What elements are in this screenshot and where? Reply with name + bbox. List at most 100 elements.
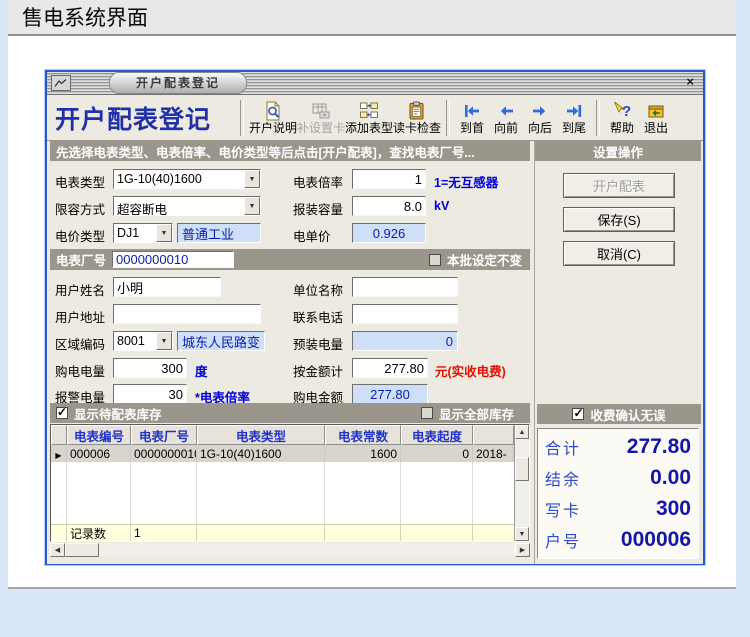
user-addr-label: 用户地址 — [55, 307, 105, 326]
meter-type-select[interactable]: 1G-10(40)1600 — [113, 169, 261, 189]
price-type-value: DJ1 — [114, 224, 156, 242]
toolbar-label: 向后 — [528, 121, 552, 135]
account-no-label: 户号 — [545, 528, 581, 552]
phone-input[interactable] — [352, 304, 458, 324]
meter-type-label: 电表类型 — [55, 172, 105, 191]
exit-icon — [646, 101, 666, 121]
dropdown-arrow-icon[interactable] — [156, 332, 172, 350]
area-code-label: 区域编码 — [55, 334, 105, 353]
date-cell: 2018- — [473, 445, 514, 462]
save-button[interactable]: 保存(S) — [563, 207, 675, 232]
account-no-value: 000006 — [621, 528, 691, 552]
date-column-header[interactable] — [473, 425, 514, 445]
dialog-window: 开户配表登记 × 开户配表登记 开户说明 补设置卡 — [45, 70, 705, 565]
summary-row-balance: 结余 0.00 — [545, 466, 691, 490]
window-logo-icon — [51, 75, 71, 91]
factory-no-input[interactable] — [112, 251, 234, 268]
meter-no-header[interactable]: 电表编号 — [67, 425, 131, 445]
meter-type-header[interactable]: 电表类型 — [197, 425, 325, 445]
capacity-unit-hint: kV — [434, 199, 449, 213]
toolbar-label: 补设置卡 — [297, 121, 345, 135]
write-card-label: 写卡 — [545, 497, 581, 521]
area-code-select[interactable]: 8001 — [113, 331, 173, 351]
go-last-button[interactable]: 到尾 — [557, 97, 591, 139]
read-card-check-button[interactable]: 读卡检查 — [393, 97, 441, 139]
vertical-scrollbar-thumb[interactable] — [515, 457, 529, 481]
account-help-button[interactable]: 开户说明 — [249, 97, 297, 139]
summary-row-write-card: 写卡 300 — [545, 497, 691, 521]
page-header: 售电系统界面 — [8, 0, 736, 36]
fee-confirm-label: 收费确认无误 — [590, 405, 665, 424]
preinstall-label: 预装电量 — [293, 334, 343, 353]
toolbar: 开户配表登记 开户说明 补设置卡 添加表型 — [47, 95, 703, 141]
horizontal-scrollbar[interactable] — [50, 543, 530, 557]
fee-confirm-checkbox[interactable] — [572, 408, 584, 420]
vertical-scrollbar[interactable] — [514, 425, 529, 541]
add-meter-type-icon — [359, 101, 379, 121]
meter-type-cell: 1G-10(40)1600 — [197, 445, 325, 462]
meter-constant-header[interactable]: 电表常数 — [325, 425, 401, 445]
arrow-first-icon — [461, 101, 483, 121]
purchase-qty-input[interactable] — [113, 358, 187, 378]
instruction-text: 先选择电表类型、电表倍率、电价类型等后点击[开户配表]，查找电表厂号... — [56, 142, 475, 161]
user-name-input[interactable] — [113, 277, 221, 297]
by-amount-input[interactable] — [352, 358, 428, 378]
area-desc-field: 城东人民路变 — [177, 331, 265, 351]
unit-price-field: 0.926 — [352, 223, 426, 243]
close-button[interactable]: × — [686, 74, 694, 90]
meter-type-value: 1G-10(40)1600 — [114, 170, 244, 188]
total-value: 277.80 — [627, 435, 691, 459]
dropdown-arrow-icon[interactable] — [244, 170, 260, 188]
go-prev-button[interactable]: 向前 — [489, 97, 523, 139]
factory-no-cell: 0000000010 — [131, 445, 197, 462]
capacity-input[interactable] — [352, 196, 426, 216]
meter-no-cell: 000006 — [67, 445, 131, 462]
org-name-input[interactable] — [352, 277, 458, 297]
alarm-qty-input[interactable] — [113, 384, 187, 404]
show-all-stock-checkbox[interactable] — [421, 407, 433, 419]
cancel-button[interactable]: 取消(C) — [563, 241, 675, 266]
meter-start-header[interactable]: 电表起度 — [401, 425, 473, 445]
purchase-qty-label: 购电电量 — [55, 361, 105, 380]
reissue-card-button[interactable]: 补设置卡 — [297, 97, 345, 139]
exit-button[interactable]: 退出 — [639, 97, 673, 139]
price-type-select[interactable]: DJ1 — [113, 223, 173, 243]
window-title: 开户配表登记 — [136, 76, 220, 90]
capacity-label: 报装容量 — [293, 199, 343, 218]
dropdown-arrow-icon[interactable] — [156, 224, 172, 242]
dialog-body: 先选择电表类型、电表倍率、电价类型等后点击[开户配表]，查找电表厂号... 电表… — [47, 141, 703, 564]
row-marker-cell — [51, 445, 67, 462]
limit-mode-select[interactable]: 超容断电 — [113, 196, 261, 216]
table-row[interactable]: 000006 0000000010 1G-10(40)1600 1600 0 2… — [51, 445, 514, 462]
horizontal-scrollbar-thumb[interactable] — [65, 543, 99, 557]
svg-text:?: ? — [622, 103, 631, 120]
balance-value: 0.00 — [650, 466, 691, 490]
batch-fixed-checkbox[interactable] — [429, 254, 441, 266]
factory-no-header[interactable]: 电表厂号 — [131, 425, 197, 445]
summary-row-total: 合计 277.80 — [545, 435, 691, 459]
meter-ratio-input[interactable] — [352, 169, 426, 189]
dropdown-arrow-icon[interactable] — [244, 197, 260, 215]
toolbar-label: 添加表型 — [345, 121, 393, 135]
window-titlebar[interactable]: 开户配表登记 × — [47, 72, 703, 95]
meter-constant-cell: 1600 — [325, 445, 401, 462]
user-name-label: 用户姓名 — [55, 280, 105, 299]
help-button[interactable]: ? 帮助 — [605, 97, 639, 139]
go-next-button[interactable]: 向后 — [523, 97, 557, 139]
add-meter-type-button[interactable]: 添加表型 — [345, 97, 393, 139]
scroll-up-button[interactable] — [515, 425, 529, 439]
scroll-down-button[interactable] — [515, 527, 529, 541]
show-pending-stock-checkbox[interactable] — [56, 407, 68, 419]
assign-meter-button[interactable]: 开户配表 — [563, 173, 675, 198]
scroll-left-button[interactable] — [50, 543, 65, 557]
clipboard-check-icon — [407, 101, 427, 121]
instruction-bar: 先选择电表类型、电表倍率、电价类型等后点击[开户配表]，查找电表厂号... — [50, 141, 530, 161]
user-addr-input[interactable] — [113, 304, 261, 324]
scroll-right-button[interactable] — [515, 543, 530, 557]
toolbar-label: 帮助 — [610, 121, 634, 135]
go-first-button[interactable]: 到首 — [455, 97, 489, 139]
side-panel: 设置操作 开户配表 保存(S) 取消(C) 收费确认无误 合计 277.80 结… — [534, 141, 701, 564]
limit-mode-label: 限容方式 — [55, 199, 105, 218]
summary-row-account-no: 户号 000006 — [545, 528, 691, 552]
toolbar-separator — [596, 100, 600, 136]
